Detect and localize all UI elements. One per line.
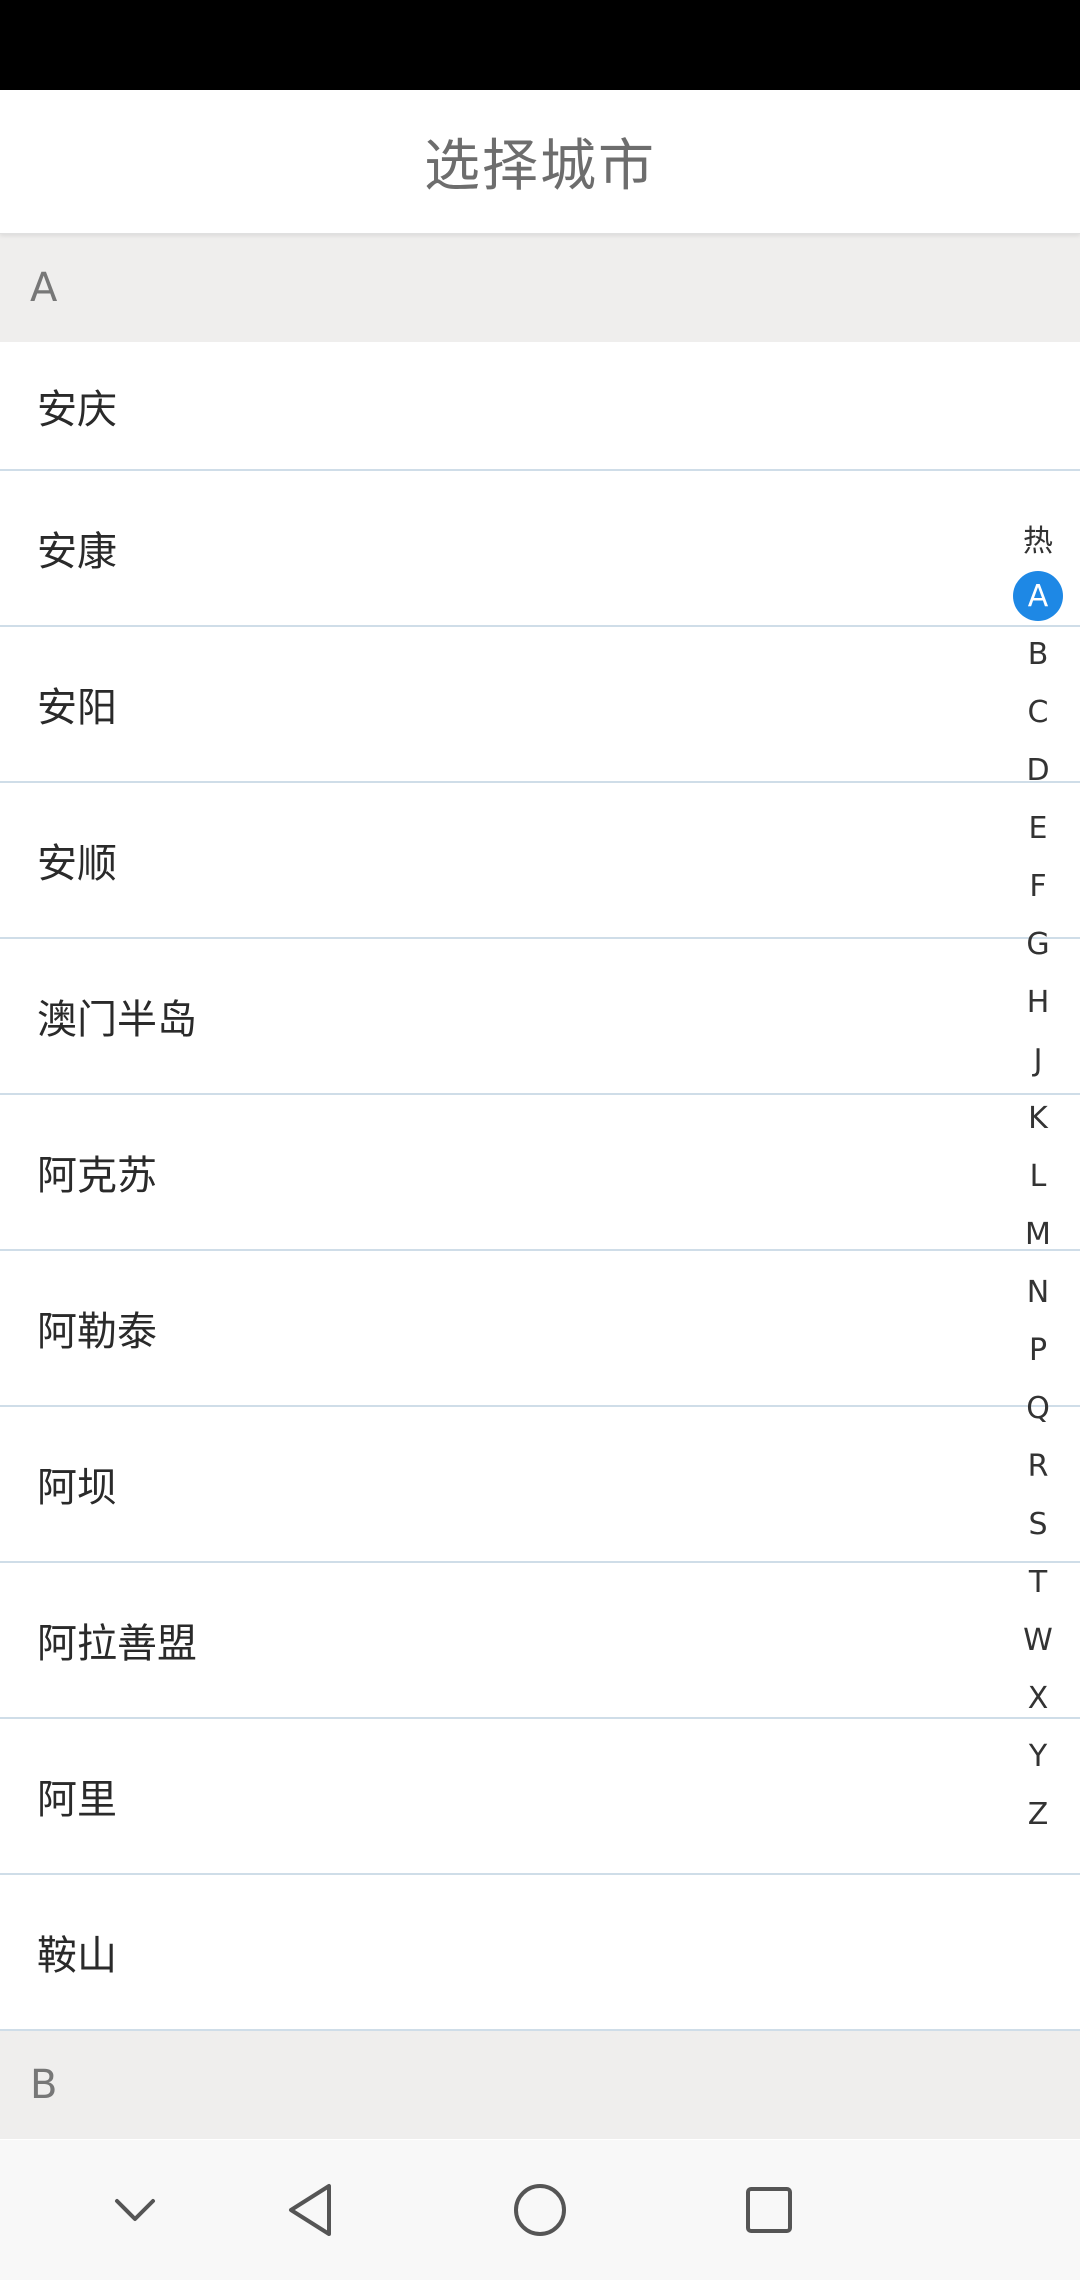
section-header-a: A	[0, 234, 1080, 342]
index-letter-label: 热	[1023, 524, 1053, 559]
index-letter-q[interactable]: Q	[1010, 1379, 1066, 1437]
index-letter-p[interactable]: P	[1010, 1321, 1066, 1379]
city-item[interactable]: 安顺	[0, 783, 1080, 939]
index-letter-label: J	[1033, 1042, 1043, 1078]
index-letter-label: M	[1025, 1216, 1051, 1252]
index-letter-g[interactable]: G	[1010, 915, 1066, 973]
index-letter-label: P	[1028, 1332, 1048, 1368]
city-list[interactable]: A 安庆 安康 安阳 安顺 澳门半岛 阿克苏 阿勒泰 阿坝 阿拉善盟 阿里 鞍山…	[0, 234, 1080, 2140]
index-letter-label: N	[1026, 1274, 1050, 1310]
index-letter-label: C	[1027, 694, 1049, 730]
index-letter-d[interactable]: D	[1010, 741, 1066, 799]
index-letter-label: Y	[1028, 1738, 1048, 1774]
index-letter-label: S	[1028, 1506, 1048, 1542]
index-letter-label: F	[1029, 868, 1047, 904]
index-letter-b[interactable]: B	[1010, 625, 1066, 683]
index-letter-label: R	[1027, 1448, 1049, 1484]
city-item[interactable]: 安阳	[0, 627, 1080, 783]
index-letter-x[interactable]: X	[1010, 1669, 1066, 1727]
index-letter-z[interactable]: Z	[1010, 1785, 1066, 1843]
index-letter-n[interactable]: N	[1010, 1263, 1066, 1321]
index-letter-h[interactable]: H	[1010, 973, 1066, 1031]
index-letter-label: H	[1026, 984, 1050, 1020]
index-letter-label: L	[1029, 1158, 1047, 1194]
index-letter-label: D	[1026, 752, 1050, 788]
city-item[interactable]: 安庆	[0, 342, 1080, 471]
index-letter-w[interactable]: W	[1010, 1611, 1066, 1669]
index-letter-label: Q	[1026, 1390, 1050, 1426]
index-letter-e[interactable]: E	[1010, 799, 1066, 857]
index-letter-label: W	[1023, 1622, 1053, 1658]
city-item[interactable]: 澳门半岛	[0, 939, 1080, 1095]
index-letter-l[interactable]: L	[1010, 1147, 1066, 1205]
index-letter-label: K	[1028, 1100, 1048, 1136]
page-title: 选择城市	[424, 134, 656, 199]
status-bar	[0, 0, 1080, 90]
index-letter-label: G	[1026, 926, 1050, 962]
index-letter-a[interactable]: A	[1010, 567, 1066, 625]
city-item[interactable]: 阿拉善盟	[0, 1563, 1080, 1719]
back-icon[interactable]	[270, 2170, 350, 2250]
index-letter-r[interactable]: R	[1010, 1437, 1066, 1495]
city-item[interactable]: 阿克苏	[0, 1095, 1080, 1251]
city-item[interactable]: 阿勒泰	[0, 1251, 1080, 1407]
index-letter-t[interactable]: T	[1010, 1553, 1066, 1611]
alphabet-index-bar[interactable]: 热ABCDEFGHJKLMNPQRSTWXYZ	[1010, 509, 1066, 1843]
index-letter-y[interactable]: Y	[1010, 1727, 1066, 1785]
city-item[interactable]: 阿坝	[0, 1407, 1080, 1563]
index-letter-label: Z	[1027, 1796, 1049, 1832]
index-letter-j[interactable]: J	[1010, 1031, 1066, 1089]
city-item[interactable]: 安康	[0, 471, 1080, 627]
index-letter-hot[interactable]: 热	[1010, 509, 1066, 567]
index-letter-f[interactable]: F	[1010, 857, 1066, 915]
index-letter-s[interactable]: S	[1010, 1495, 1066, 1553]
section-header-b: B	[0, 2031, 1080, 2139]
system-nav-bar	[0, 2140, 1080, 2280]
city-item[interactable]: 鞍山	[0, 1875, 1080, 2031]
city-item[interactable]: 阿里	[0, 1719, 1080, 1875]
index-letter-label: T	[1028, 1564, 1048, 1600]
recents-icon[interactable]	[729, 2170, 809, 2250]
index-letter-m[interactable]: M	[1010, 1205, 1066, 1263]
index-letter-label: A	[1013, 571, 1063, 621]
home-icon[interactable]	[500, 2170, 580, 2250]
index-letter-label: B	[1027, 636, 1049, 672]
index-letter-c[interactable]: C	[1010, 683, 1066, 741]
chevron-down-icon[interactable]	[95, 2170, 175, 2250]
index-letter-label: X	[1027, 1680, 1049, 1716]
index-letter-label: E	[1028, 810, 1048, 846]
title-bar: 选择城市	[0, 90, 1080, 234]
index-letter-k[interactable]: K	[1010, 1089, 1066, 1147]
